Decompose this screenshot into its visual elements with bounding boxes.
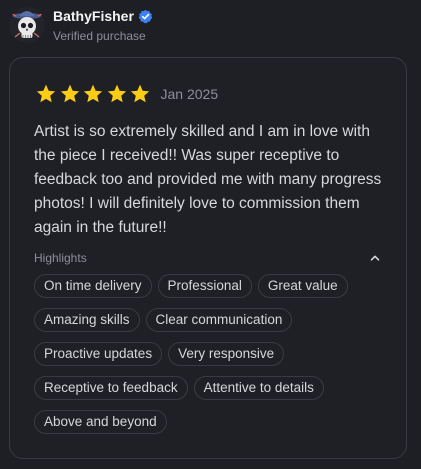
star-icon [59, 83, 81, 105]
highlights-header: Highlights [34, 249, 382, 267]
skull-avatar-icon [9, 6, 45, 43]
highlight-tag: Professional [157, 274, 252, 298]
review-text: Artist is so extremely skilled and I am … [34, 123, 382, 236]
highlight-tag: Clear communication [145, 308, 293, 332]
verified-purchase-label: Verified purchase [53, 29, 146, 43]
highlight-tags: On time delivery Professional Great value A… [34, 274, 389, 434]
highlight-tag: Very responsive [168, 342, 285, 366]
rating-row: Jan 2025 [35, 82, 218, 106]
verified-check-icon [138, 9, 153, 24]
highlight-tag: Amazing skills [34, 308, 140, 332]
reviewer-header: BathyFisher Verified purchase [9, 6, 153, 43]
star-icon [82, 83, 104, 105]
review-item: BathyFisher Verified purchase Jan 2025 A… [0, 0, 421, 469]
name-row: BathyFisher [53, 6, 153, 26]
highlight-tag: Proactive updates [34, 342, 163, 366]
chevron-up-icon[interactable] [368, 251, 382, 265]
star-icon [129, 83, 151, 105]
highlight-tag: Great value [257, 274, 348, 298]
highlight-tag: Above and beyond [34, 410, 167, 434]
highlight-tag: On time delivery [34, 274, 152, 298]
star-icon [35, 83, 57, 105]
review-card: Jan 2025 Artist is so extremely skilled … [9, 57, 407, 459]
highlights-label: Highlights [34, 251, 87, 265]
reviewer-meta: BathyFisher Verified purchase [53, 6, 153, 43]
review-date: Jan 2025 [160, 86, 219, 102]
highlight-tag: Attentive to details [193, 376, 324, 400]
reviewer-name[interactable]: BathyFisher [53, 8, 134, 24]
avatar[interactable] [9, 6, 45, 43]
star-icon [106, 83, 128, 105]
star-rating [35, 83, 153, 105]
highlight-tag: Receptive to feedback [34, 376, 188, 400]
